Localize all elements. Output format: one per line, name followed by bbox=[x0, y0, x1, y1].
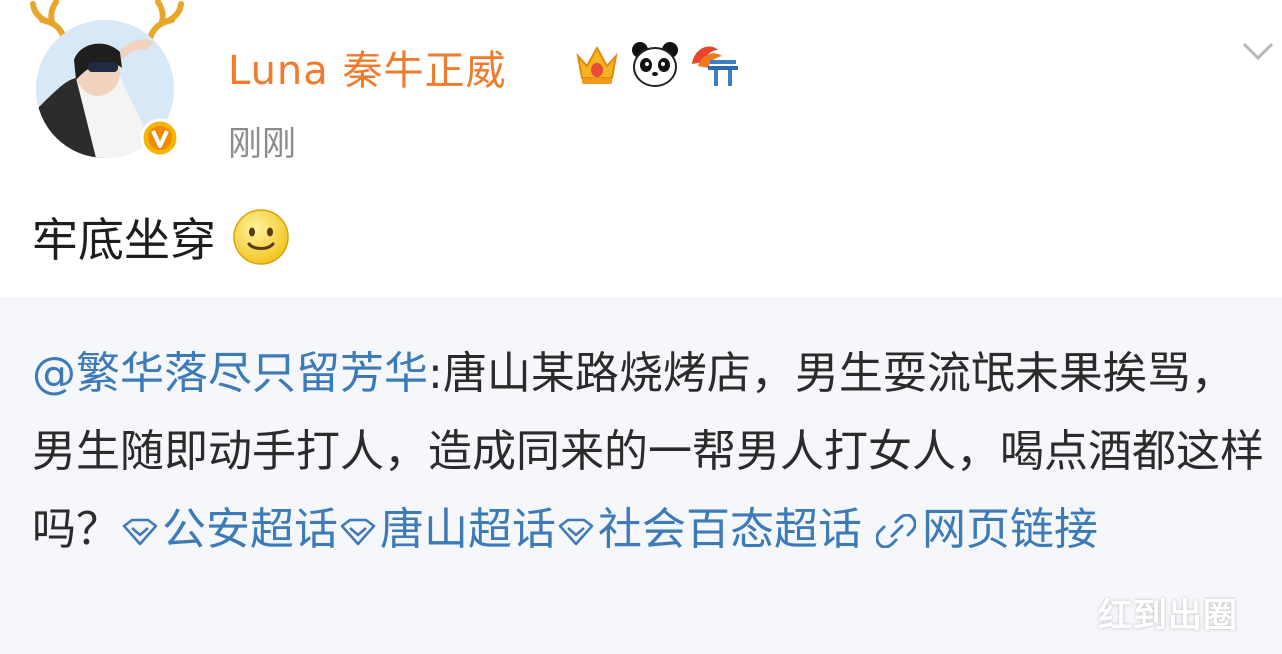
repost-block[interactable]: @繁华落尽只留芳华:唐山某路烧烤店，男生耍流氓未果挨骂，男生随即动手打人，造成同… bbox=[0, 297, 1282, 654]
smile-emoji-icon bbox=[233, 209, 289, 265]
crown-badge-icon[interactable] bbox=[572, 40, 622, 88]
super-topic-icon bbox=[122, 518, 158, 546]
avatar-container[interactable] bbox=[28, 0, 188, 175]
username[interactable]: Luna 秦牛正威 bbox=[228, 38, 507, 96]
super-topic-icon bbox=[340, 518, 376, 546]
post-text: 牢底坐穿 bbox=[32, 213, 216, 267]
user-badges bbox=[572, 40, 738, 88]
topic-label: 社会百态超话 bbox=[598, 504, 862, 555]
topic-link-society[interactable]: 社会百态超话 bbox=[556, 504, 862, 555]
verified-icon bbox=[140, 118, 180, 158]
post-timestamp: 刚刚 bbox=[228, 124, 296, 164]
topic-label: 公安超话 bbox=[162, 504, 338, 555]
topic-link-tangshan[interactable]: 唐山超话 bbox=[338, 504, 556, 555]
post-body: 牢底坐穿 bbox=[32, 204, 290, 270]
repost-text: @繁华落尽只留芳华:唐山某路烧烤店，男生耍流氓未果挨骂，男生随即动手打人，造成同… bbox=[32, 335, 1268, 569]
link-icon bbox=[875, 513, 917, 549]
super-topic-icon bbox=[558, 518, 594, 546]
gate-badge-icon[interactable] bbox=[688, 40, 738, 88]
weibo-post: Luna 秦牛正威 刚刚 牢底坐穿 @繁华落尽只留芳华:唐山某路烧烤店，男生耍流… bbox=[0, 0, 1282, 654]
link-label: 网页链接 bbox=[922, 504, 1098, 555]
topic-link-police[interactable]: 公安超话 bbox=[120, 504, 338, 555]
topic-label: 唐山超话 bbox=[380, 504, 556, 555]
watermark: 红到出圈 bbox=[1098, 596, 1238, 636]
web-link[interactable]: 网页链接 bbox=[875, 504, 1098, 555]
panda-badge-icon[interactable] bbox=[630, 40, 680, 88]
chevron-down-icon[interactable] bbox=[1240, 40, 1276, 64]
mention-link[interactable]: @繁华落尽只留芳华 bbox=[32, 348, 428, 399]
